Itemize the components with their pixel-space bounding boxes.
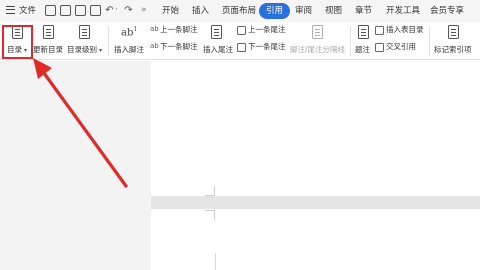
next-endnote-label: 下一条尾注	[248, 42, 286, 51]
update-toc-label: 更新目录	[33, 45, 63, 54]
tab-review[interactable]: 审阅	[295, 3, 312, 19]
hamburger-menu-icon[interactable]	[6, 6, 15, 14]
prev-footnote-icon: ab	[150, 25, 159, 33]
tab-member-exclusive[interactable]: 会员专享	[430, 3, 464, 19]
highlight-box	[2, 25, 33, 59]
more-commands-icon[interactable]: »	[141, 5, 149, 16]
footnote-ab-icon: ab1	[121, 26, 138, 39]
margin-guide-line	[215, 253, 216, 270]
print-icon[interactable]	[75, 5, 86, 16]
divider	[108, 26, 109, 56]
tab-sections[interactable]: 章节	[355, 3, 372, 19]
redo-icon[interactable]: ↷	[123, 5, 134, 16]
next-endnote-icon	[237, 43, 246, 52]
references-ribbon: 目录 ▾ 更新目录 目录级别 ▾ ab1 插入脚注 ab 上一条脚注 ab 下一…	[0, 22, 480, 60]
prev-endnote-icon	[237, 26, 246, 35]
document-page[interactable]	[151, 61, 480, 196]
file-menu[interactable]: 文件	[19, 3, 36, 19]
export-pdf-icon[interactable]	[60, 5, 71, 16]
tab-insert[interactable]: 插入	[192, 3, 209, 19]
mark-index-entry-label: 标记索引项	[434, 45, 472, 54]
margin-corner-mark	[205, 210, 215, 220]
menu-bar: 文件 ↶ · ↷ » 开始 插入 页面布局 引用 审阅 视图 章节 开发工具 会…	[0, 0, 480, 22]
cross-reference-label: 交叉引用	[386, 42, 416, 51]
caption-image-icon	[356, 25, 371, 42]
toc-level-icon	[77, 25, 92, 42]
divider	[350, 26, 351, 56]
page-break-gap	[151, 196, 480, 209]
separator-line-icon	[310, 25, 325, 42]
cross-reference-icon	[375, 43, 384, 52]
document-canvas[interactable]	[0, 61, 480, 270]
next-footnote-icon: ab	[150, 42, 159, 50]
refresh-toc-icon	[41, 25, 56, 42]
footnote-separator-label: 脚注/尾注分隔线	[290, 45, 346, 54]
caption-label: 题注	[355, 45, 370, 54]
margin-corner-mark	[205, 186, 215, 196]
mark-index-icon	[446, 25, 461, 42]
next-footnote-label: 下一条脚注	[160, 42, 198, 51]
endnote-icon	[209, 25, 224, 42]
tab-references[interactable]: 引用	[259, 3, 291, 19]
tab-view[interactable]: 视图	[325, 3, 342, 19]
insert-table-of-figures-label: 插入表目录	[386, 25, 424, 34]
toc-level-label: 目录级别	[67, 45, 97, 54]
tab-developer-tools[interactable]: 开发工具	[386, 3, 420, 19]
print-preview-icon[interactable]	[90, 5, 101, 16]
toc-level-dropdown-icon: ▾	[99, 47, 103, 54]
divider	[429, 26, 430, 56]
insert-endnote-label: 插入尾注	[203, 45, 233, 54]
save-icon[interactable]	[45, 5, 56, 16]
document-page[interactable]	[151, 209, 480, 270]
undo-dropdown-icon[interactable]: ·	[115, 5, 121, 16]
table-of-figures-icon	[375, 26, 384, 35]
prev-endnote-label: 上一条尾注	[248, 25, 286, 34]
tab-home[interactable]: 开始	[162, 3, 179, 19]
undo-icon[interactable]: ↶	[104, 5, 115, 16]
insert-footnote-label: 插入脚注	[114, 45, 144, 54]
prev-footnote-label: 上一条脚注	[160, 25, 198, 34]
tab-page-layout[interactable]: 页面布局	[222, 3, 256, 19]
